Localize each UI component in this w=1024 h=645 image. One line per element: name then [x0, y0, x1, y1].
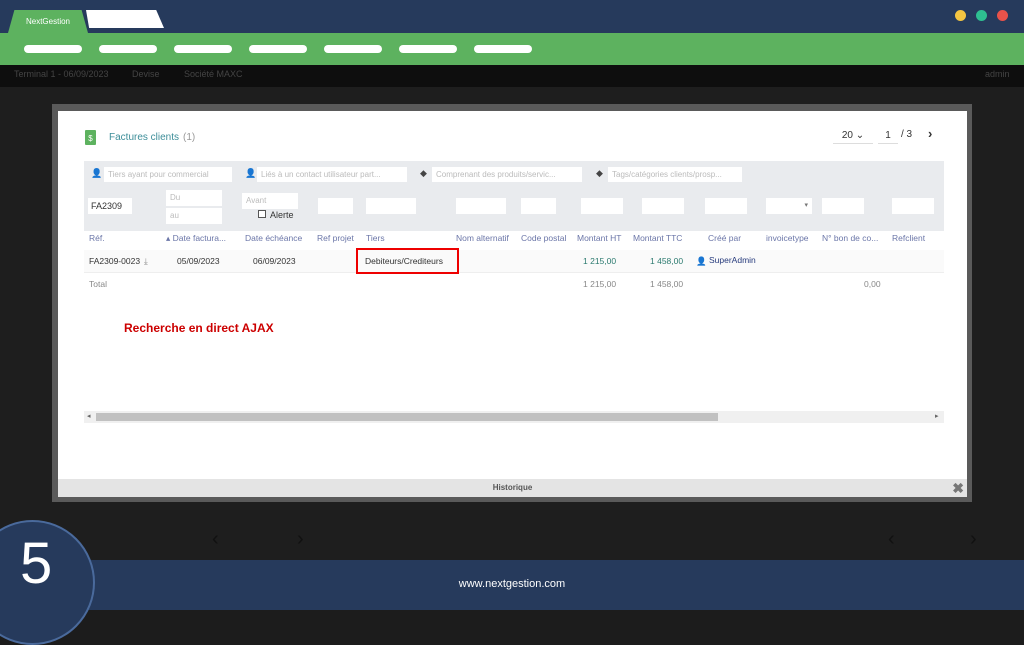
products-filter[interactable]: Comprenant des produits/servic...	[432, 167, 582, 182]
col-nom-alternatif[interactable]: Nom alternatif	[456, 233, 509, 243]
user-icon: 👤	[91, 168, 103, 178]
tiers-input[interactable]	[366, 198, 416, 214]
col-refclient[interactable]: Refclient	[892, 233, 925, 243]
nom-alternatif-input[interactable]	[456, 198, 506, 214]
menu-item[interactable]	[249, 45, 307, 53]
date-to-input[interactable]: au	[166, 208, 222, 224]
cell-montant-ttc: 1 458,00	[650, 256, 684, 266]
tab-blank[interactable]	[86, 10, 164, 28]
result-count: (1)	[183, 132, 196, 143]
invoicetype-select[interactable]: ▾	[766, 198, 812, 214]
col-date-echeance[interactable]: Date échéance	[245, 233, 302, 243]
website-url: www.nextgestion.com	[458, 578, 566, 590]
date-from-input[interactable]: Du	[166, 190, 222, 206]
montant-ttc-input[interactable]	[642, 198, 684, 214]
col-bon-commande[interactable]: N° bon de co...	[822, 233, 878, 243]
chevron-right-icon[interactable]: ›	[297, 528, 304, 551]
avatar-icon: 👤	[696, 256, 707, 266]
green-dot-icon	[976, 10, 987, 21]
col-montant-ht[interactable]: Montant HT	[577, 233, 621, 243]
annotation-text: Recherche en direct AJAX	[124, 321, 274, 335]
tag-icon: ◆	[596, 168, 603, 178]
cree-par-input[interactable]	[705, 198, 747, 214]
societe-label[interactable]: Société MAXC	[184, 69, 243, 79]
menu-item[interactable]	[99, 45, 157, 53]
alert-label: Alerte	[270, 210, 294, 220]
cell-date: 05/09/2023	[177, 256, 220, 266]
menu-item[interactable]	[324, 45, 382, 53]
invoice-icon: $	[85, 130, 96, 145]
total-ht: 1 215,00	[583, 279, 617, 289]
chevron-left-icon[interactable]: ‹	[212, 528, 219, 551]
modal-title: Factures clients	[109, 132, 180, 143]
menu-item[interactable]	[24, 45, 82, 53]
col-date-facturation[interactable]: ▴ Date factura...	[166, 233, 226, 244]
per-page-value: 20	[841, 130, 853, 141]
yellow-dot-icon	[955, 10, 966, 21]
terminal-label: Terminal 1 - 06/09/2023	[14, 69, 109, 79]
commercial-filter[interactable]: Tiers ayant pour commercial	[104, 167, 232, 182]
total-pages: / 3	[901, 129, 913, 140]
cell-ref[interactable]: FA2309-0023	[89, 256, 140, 266]
total-ttc: 1 458,00	[650, 279, 684, 289]
cell-cree-par[interactable]: SuperAdmin	[709, 255, 756, 265]
montant-ht-input[interactable]	[581, 198, 623, 214]
col-montant-ttc[interactable]: Montant TTC	[633, 233, 682, 243]
before-input[interactable]: Avant	[242, 193, 298, 209]
col-date-label: Date factura...	[172, 233, 227, 243]
menu-item[interactable]	[174, 45, 232, 53]
cell-echeance: 06/09/2023	[253, 256, 296, 266]
col-ref-projet[interactable]: Ref projet	[317, 233, 354, 243]
pos-toolbar: Terminal 1 - 06/09/2023 Devise Société M…	[0, 65, 1024, 87]
col-cree-par[interactable]: Créé par	[708, 233, 741, 243]
menu-item[interactable]	[399, 45, 457, 53]
col-ref[interactable]: Réf.	[89, 233, 105, 243]
history-bar[interactable]: Historique	[58, 479, 967, 497]
per-page-select[interactable]: 20 ⌄	[833, 128, 873, 144]
ref-projet-input[interactable]	[318, 198, 353, 214]
chevron-right-icon[interactable]: ›	[970, 528, 977, 551]
col-tiers[interactable]: Tiers	[366, 233, 385, 243]
close-icon[interactable]: ✖	[952, 480, 964, 497]
total-bon: 0,00	[864, 279, 881, 289]
chevron-left-icon[interactable]: ‹	[888, 528, 895, 551]
tag-icon: ◆	[420, 168, 427, 178]
cell-montant-ht: 1 215,00	[583, 256, 617, 266]
highlight-box	[356, 248, 459, 274]
tab-nextgestion[interactable]: NextGestion	[8, 10, 88, 33]
user-menu[interactable]: admin	[985, 69, 1010, 79]
page-input[interactable]: 1	[878, 128, 898, 144]
scroll-left-icon[interactable]: ◂	[87, 412, 91, 420]
scrollbar-thumb[interactable]	[96, 413, 718, 421]
code-postal-input[interactable]	[521, 198, 556, 214]
next-page-icon[interactable]: ›	[928, 126, 932, 141]
menu-item[interactable]	[474, 45, 532, 53]
user-icon: 👤	[245, 168, 257, 178]
contact-filter[interactable]: Liés à un contact utilisateur part...	[257, 167, 407, 182]
alert-checkbox[interactable]	[258, 210, 266, 218]
refclient-input[interactable]	[892, 198, 934, 214]
download-icon[interactable]: ⤓	[144, 256, 148, 267]
total-label: Total	[89, 279, 107, 289]
col-code-postal[interactable]: Code postal	[521, 233, 566, 243]
red-dot-icon	[997, 10, 1008, 21]
col-invoicetype[interactable]: invoicetype	[766, 233, 809, 243]
bon-commande-input[interactable]	[822, 198, 864, 214]
tags-filter[interactable]: Tags/catégories clients/prosp...	[608, 167, 742, 182]
ref-search-input[interactable]: FA2309	[88, 198, 132, 214]
scroll-right-icon[interactable]: ▸	[935, 412, 939, 420]
devise-label[interactable]: Devise	[132, 69, 160, 79]
